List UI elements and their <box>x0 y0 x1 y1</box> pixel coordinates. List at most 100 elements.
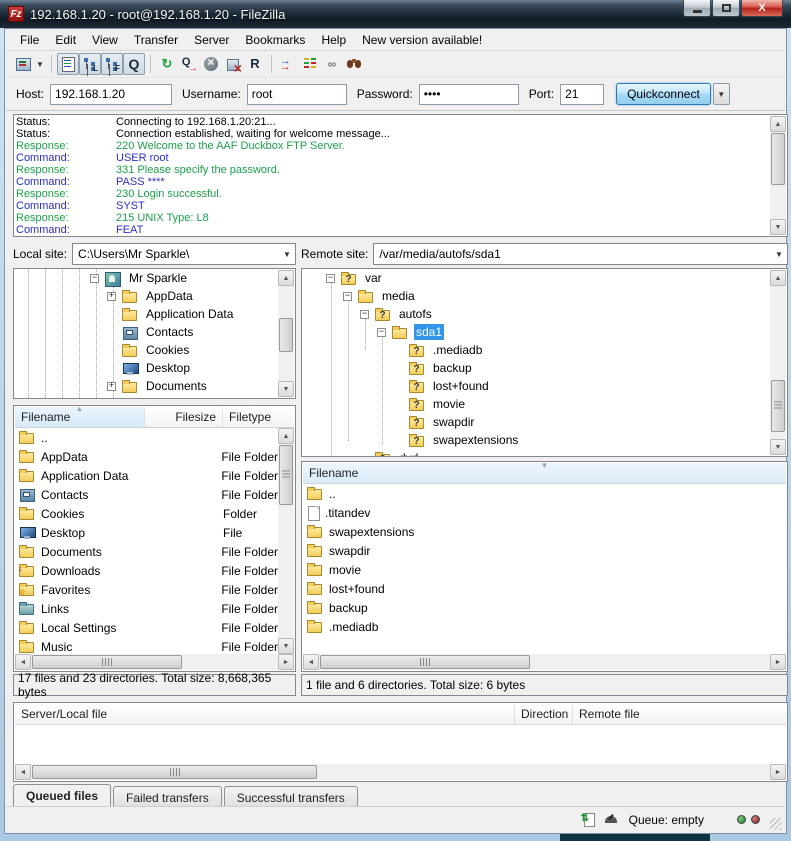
message-log[interactable]: Status:Connecting to 192.168.1.20:21... … <box>13 114 788 237</box>
menu-edit[interactable]: Edit <box>47 30 84 50</box>
scroll-up-icon[interactable]: ▲ <box>278 270 294 286</box>
remote-tree-scroll-thumb[interactable] <box>771 380 785 432</box>
scroll-down-icon[interactable]: ▼ <box>278 638 294 654</box>
tree-item-backup[interactable]: backup <box>394 359 474 377</box>
combo-dropdown-icon[interactable]: ▼ <box>771 250 787 259</box>
tree-item-dvd[interactable]: dvd <box>360 449 420 457</box>
host-input[interactable] <box>50 84 172 105</box>
remote-directory-tree[interactable]: var media autofs sda1 .mediadb backup lo… <box>301 268 788 457</box>
column-header-direction[interactable]: Direction <box>515 704 573 724</box>
queue-hscroll-thumb[interactable] <box>32 765 317 779</box>
tree-item-contacts[interactable]: Contacts <box>107 323 195 341</box>
title-bar[interactable]: Fz 192.168.1.20 - root@192.168.1.20 - Fi… <box>0 0 791 28</box>
file-row[interactable]: movie <box>303 560 786 579</box>
scroll-down-icon[interactable]: ▼ <box>278 381 294 397</box>
tree-item-cookies[interactable]: Cookies <box>107 341 191 359</box>
remote-list-hscrollbar[interactable]: ◄ ► <box>303 654 786 670</box>
site-manager-dropdown[interactable]: ▼ <box>36 60 44 69</box>
filter-button[interactable] <box>277 53 299 75</box>
scroll-right-icon[interactable]: ► <box>278 654 294 670</box>
site-manager-button[interactable] <box>12 53 34 75</box>
queue-hscrollbar[interactable]: ◄ ► <box>15 764 786 780</box>
column-header-server-local-file[interactable]: Server/Local file <box>15 704 515 724</box>
find-files-button[interactable] <box>343 53 365 75</box>
tree-item-var[interactable]: var <box>326 269 384 287</box>
file-row[interactable]: Local SettingsFile Folder <box>15 618 278 637</box>
menu-view[interactable]: View <box>84 30 126 50</box>
toggle-local-tree-button[interactable]: L <box>79 53 101 75</box>
transfer-type-icon[interactable] <box>581 812 597 828</box>
refresh-button[interactable]: ↻ <box>156 53 178 75</box>
column-header-filesize[interactable]: Filesize <box>145 407 223 427</box>
remote-site-combo[interactable]: /var/media/autofs/sda1 ▼ <box>373 243 788 265</box>
scroll-down-icon[interactable]: ▼ <box>770 439 786 455</box>
tree-item-mr-sparkle[interactable]: Mr Sparkle <box>90 269 189 287</box>
remote-list-hscroll-thumb[interactable] <box>320 655 530 669</box>
tree-item-movie[interactable]: movie <box>394 395 467 413</box>
menu-transfer[interactable]: Transfer <box>126 30 186 50</box>
tree-item-autofs[interactable]: autofs <box>360 305 434 323</box>
expand-icon[interactable] <box>107 292 116 301</box>
tree-item-swapextensions[interactable]: swapextensions <box>394 431 520 449</box>
file-row[interactable]: MusicFile Folder <box>15 637 278 654</box>
tab-successful-transfers[interactable]: Successful transfers <box>224 786 358 808</box>
transfer-queue[interactable]: Server/Local file Direction Remote file … <box>13 702 788 782</box>
local-tree-scroll-thumb[interactable] <box>279 318 293 352</box>
tab-queued-files[interactable]: Queued files <box>13 784 111 808</box>
panel-collapse-icon[interactable]: ▼ <box>541 461 549 470</box>
local-directory-tree[interactable]: Mr Sparkle AppData Application Data Cont… <box>13 268 296 399</box>
scroll-up-icon[interactable]: ▲ <box>278 428 294 444</box>
scroll-down-icon[interactable]: ▼ <box>770 219 786 235</box>
quickconnect-button[interactable]: Quickconnect <box>616 83 711 105</box>
file-row[interactable]: DesktopFile <box>15 523 278 542</box>
collapse-icon[interactable] <box>360 310 369 319</box>
file-row[interactable]: backup <box>303 598 786 617</box>
resize-grip[interactable] <box>770 818 782 830</box>
tree-item-lost-found[interactable]: lost+found <box>394 377 491 395</box>
column-header-filename[interactable]: ▼Filename <box>303 463 786 483</box>
column-header-filetype[interactable]: Filetype <box>223 407 293 427</box>
local-site-combo[interactable]: C:\Users\Mr Sparkle\ ▼ <box>72 243 296 265</box>
scroll-left-icon[interactable]: ◄ <box>303 654 319 670</box>
file-row[interactable]: swapextensions <box>303 522 786 541</box>
toggle-log-button[interactable] <box>57 53 79 75</box>
tree-item-downloads[interactable]: Downloads <box>107 395 207 399</box>
quickconnect-dropdown[interactable]: ▼ <box>713 83 730 105</box>
tree-item-mediadb[interactable]: .mediadb <box>394 341 484 359</box>
scroll-up-icon[interactable]: ▲ <box>770 270 786 286</box>
password-input[interactable] <box>419 84 519 105</box>
file-row[interactable]: CookiesFolder <box>15 504 278 523</box>
menu-new-version[interactable]: New version available! <box>354 30 490 50</box>
synchronized-browsing-button[interactable]: ∞ <box>321 53 343 75</box>
tree-item-swapdir[interactable]: swapdir <box>394 413 476 431</box>
menu-server[interactable]: Server <box>186 30 237 50</box>
collapse-icon[interactable] <box>343 292 352 301</box>
column-header-remote-file[interactable]: Remote file <box>573 704 786 724</box>
file-row[interactable]: swapdir <box>303 541 786 560</box>
local-list-hscroll-thumb[interactable] <box>32 655 182 669</box>
file-row[interactable]: DocumentsFile Folder <box>15 542 278 561</box>
scroll-left-icon[interactable]: ◄ <box>15 654 31 670</box>
scroll-left-icon[interactable]: ◄ <box>15 764 31 780</box>
toggle-queue-button[interactable]: Q <box>123 53 145 75</box>
port-input[interactable] <box>560 84 604 105</box>
reconnect-button[interactable]: R <box>244 53 266 75</box>
log-scroll-thumb[interactable] <box>771 133 785 185</box>
tree-item-documents[interactable]: Documents <box>107 377 209 395</box>
file-row[interactable]: AppDataFile Folder <box>15 447 278 466</box>
expand-icon[interactable] <box>107 382 116 391</box>
file-row[interactable]: LinksFile Folder <box>15 599 278 618</box>
column-header-filename[interactable]: ▲Filename <box>15 407 145 427</box>
log-scrollbar[interactable]: ▲ ▼ <box>770 116 786 235</box>
tree-item-media[interactable]: media <box>343 287 417 305</box>
menu-file[interactable]: File <box>12 30 47 50</box>
toggle-remote-tree-button[interactable]: F <box>101 53 123 75</box>
file-row[interactable]: .. <box>15 428 278 447</box>
directory-comparison-button[interactable] <box>299 53 321 75</box>
remote-tree-scrollbar[interactable]: ▲ ▼ <box>770 270 786 455</box>
local-tree-scrollbar[interactable]: ▲ ▼ <box>278 270 294 397</box>
scroll-right-icon[interactable]: ► <box>770 764 786 780</box>
scroll-up-icon[interactable]: ▲ <box>770 116 786 132</box>
collapse-icon[interactable] <box>377 328 386 337</box>
scroll-right-icon[interactable]: ► <box>770 654 786 670</box>
